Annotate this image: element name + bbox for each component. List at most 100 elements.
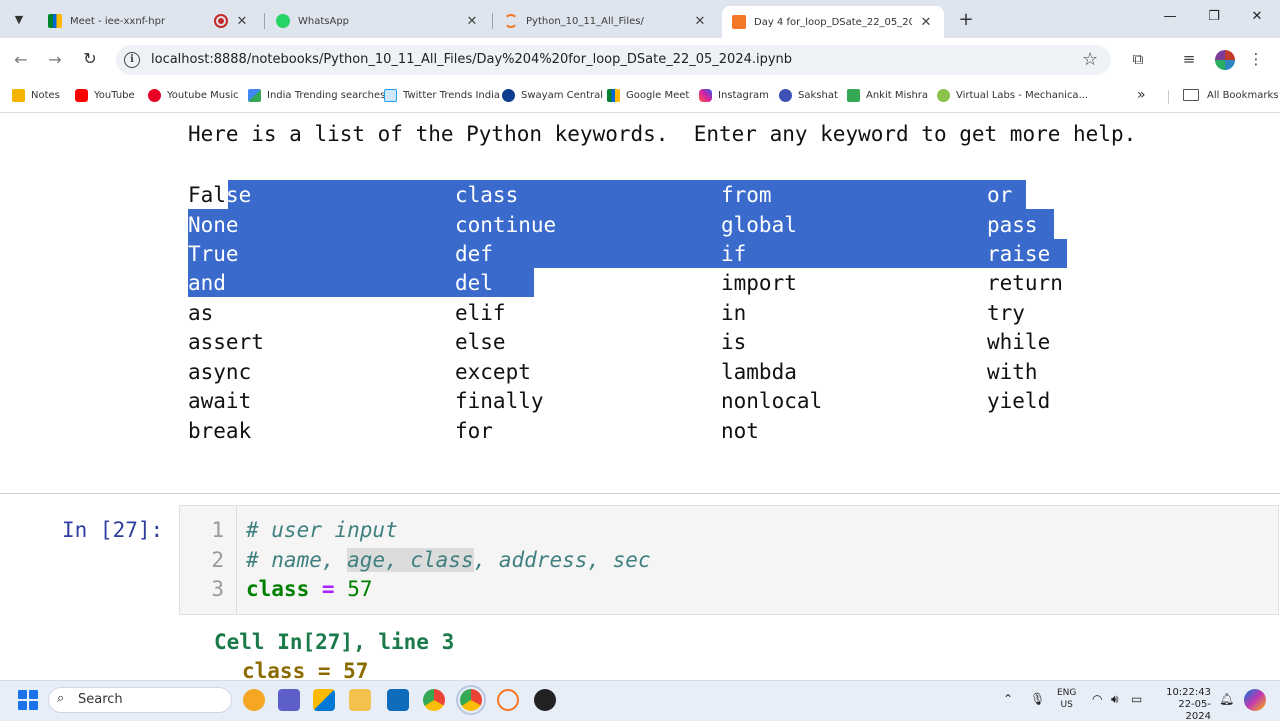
- keyword-false[interactable]: False: [188, 183, 251, 207]
- file-explorer-icon[interactable]: [349, 689, 371, 711]
- windows-start-icon[interactable]: [18, 690, 38, 710]
- obs-icon[interactable]: [534, 689, 556, 711]
- more-bookmarks-chevron-icon[interactable]: »: [1137, 87, 1146, 103]
- extensions-icon[interactable]: ⧉: [1127, 50, 1149, 68]
- keyword-def[interactable]: def: [455, 242, 493, 266]
- bookmark-twitter-trends[interactable]: Twitter Trends India: [384, 89, 500, 102]
- keyword-continue[interactable]: continue: [455, 213, 556, 237]
- keyword-async[interactable]: async: [188, 360, 251, 384]
- notification-icon[interactable]: 🔔︎: [1219, 692, 1234, 706]
- taskbar-search-box[interactable]: [48, 687, 232, 713]
- bookmark-label: Ankit Mishra: [866, 90, 929, 101]
- widgets-icon[interactable]: [243, 689, 265, 711]
- url-text[interactable]: localhost:8888/notebooks/Python_10_11_Al…: [151, 52, 792, 67]
- tab-notebook-active[interactable]: Day 4 for_loop_DSate_22_05_2024 - J ✕: [722, 6, 944, 38]
- profile-avatar[interactable]: [1215, 50, 1235, 70]
- bookmark-virtual-labs[interactable]: Virtual Labs - Mechanica...: [937, 89, 1088, 102]
- speaker-icon[interactable]: 🔊︎: [1111, 692, 1119, 707]
- reload-icon[interactable]: ↻: [79, 49, 101, 68]
- keyword-except[interactable]: except: [455, 360, 531, 384]
- keyword-break[interactable]: break: [188, 419, 251, 443]
- restore-icon[interactable]: ❐: [1204, 9, 1224, 24]
- keyword-true[interactable]: True: [188, 242, 239, 266]
- bookmark-instagram[interactable]: Instagram: [699, 89, 769, 102]
- teams-icon[interactable]: [278, 689, 300, 711]
- keyword-import[interactable]: import: [721, 271, 797, 295]
- close-tab-icon[interactable]: ✕: [918, 15, 934, 30]
- keyword-is[interactable]: is: [721, 330, 746, 354]
- keyword-assert[interactable]: assert: [188, 330, 264, 354]
- mail-icon[interactable]: [387, 689, 409, 711]
- keyword-del[interactable]: del: [455, 271, 493, 295]
- copilot-icon[interactable]: [1244, 689, 1266, 711]
- close-window-icon[interactable]: ✕: [1247, 9, 1267, 24]
- close-tab-icon[interactable]: ✕: [234, 14, 250, 29]
- keyword-pass[interactable]: pass: [987, 213, 1038, 237]
- keyword-await[interactable]: await: [188, 389, 251, 413]
- keyword-as[interactable]: as: [188, 301, 213, 325]
- microphone-icon[interactable]: 🎙︎: [1030, 692, 1045, 706]
- code-line-3[interactable]: class = 57: [246, 577, 372, 601]
- bookmark-india-trending[interactable]: India Trending searches: [248, 89, 385, 102]
- bookmark-sakshat[interactable]: Sakshat: [779, 89, 838, 102]
- all-bookmarks-button[interactable]: All Bookmarks: [1183, 89, 1278, 101]
- keyword-class[interactable]: class: [455, 183, 518, 207]
- bookmark-notes[interactable]: Notes: [12, 89, 60, 102]
- language-indicator[interactable]: ENG US: [1057, 687, 1076, 711]
- keyword-from[interactable]: from: [721, 183, 772, 207]
- swayam-icon: [502, 89, 515, 102]
- keyword-raise[interactable]: raise: [987, 242, 1050, 266]
- search-icon: ⌕: [57, 691, 65, 706]
- keyword-yield[interactable]: yield: [987, 389, 1050, 413]
- minimize-icon[interactable]: —: [1160, 9, 1180, 24]
- chrome-active-icon[interactable]: [456, 685, 486, 715]
- tab-meet[interactable]: Meet - iee-xxnf-hpr ✕: [38, 6, 260, 36]
- tab-whatsapp[interactable]: WhatsApp ✕: [266, 6, 490, 36]
- keyword-lambda[interactable]: lambda: [721, 360, 797, 384]
- keyword-none[interactable]: None: [188, 213, 239, 237]
- keyword-elif[interactable]: elif: [455, 301, 506, 325]
- jupyter-taskbar-icon[interactable]: [497, 689, 519, 711]
- media-queue-icon[interactable]: ≡: [1178, 50, 1200, 68]
- keyword-finally[interactable]: finally: [455, 389, 544, 413]
- close-tab-icon[interactable]: ✕: [692, 14, 708, 29]
- keyword-if[interactable]: if: [721, 242, 746, 266]
- keyword-for[interactable]: for: [455, 419, 493, 443]
- system-clock[interactable]: 10:22:43 22-05-2024: [1157, 687, 1211, 723]
- keyword-and[interactable]: and: [188, 271, 226, 295]
- code-line-2[interactable]: # name, age, class, address, sec: [246, 548, 651, 572]
- bookmark-google-meet[interactable]: Google Meet: [607, 89, 689, 102]
- code-editor[interactable]: 1 2 3 # user input # name, age, class, a…: [179, 505, 1279, 615]
- keyword-global[interactable]: global: [721, 213, 797, 237]
- tab-jupyter-files[interactable]: Python_10_11_All_Files/ ✕: [494, 6, 718, 36]
- tab-search-chevron-icon[interactable]: ▼: [8, 8, 30, 30]
- back-icon[interactable]: ←: [10, 50, 32, 69]
- keyword-return[interactable]: return: [987, 271, 1063, 295]
- bookmark-ankit-mishra[interactable]: Ankit Mishra: [847, 89, 928, 102]
- site-info-icon[interactable]: i: [124, 52, 140, 68]
- bookmark-label: YouTube: [94, 90, 135, 101]
- bookmark-star-icon[interactable]: ☆: [1082, 49, 1098, 70]
- keyword-nonlocal[interactable]: nonlocal: [721, 389, 822, 413]
- keyword-not[interactable]: not: [721, 419, 759, 443]
- keyword-else[interactable]: else: [455, 330, 506, 354]
- forward-icon[interactable]: →: [44, 50, 66, 69]
- keyword-or[interactable]: or: [987, 183, 1012, 207]
- bookmark-youtube[interactable]: YouTube: [75, 89, 135, 102]
- code-line-1[interactable]: # user input: [246, 518, 398, 542]
- new-tab-icon[interactable]: +: [956, 9, 976, 30]
- close-tab-icon[interactable]: ✕: [464, 14, 480, 29]
- chrome-icon[interactable]: [423, 689, 445, 711]
- keyword-in[interactable]: in: [721, 301, 746, 325]
- bookmark-youtube-music[interactable]: Youtube Music: [148, 89, 239, 102]
- tab-title: WhatsApp: [298, 15, 350, 27]
- battery-icon[interactable]: ▭: [1131, 692, 1142, 706]
- gallery-icon[interactable]: [313, 689, 335, 711]
- bookmark-swayam[interactable]: Swayam Central: [502, 89, 603, 102]
- keyword-with[interactable]: with: [987, 360, 1038, 384]
- keyword-try[interactable]: try: [987, 301, 1025, 325]
- wifi-icon[interactable]: ◠: [1092, 692, 1102, 706]
- keyword-while[interactable]: while: [987, 330, 1050, 354]
- tray-chevron-icon[interactable]: ⌃: [1003, 692, 1013, 706]
- menu-kebab-icon[interactable]: ⋮: [1245, 50, 1267, 68]
